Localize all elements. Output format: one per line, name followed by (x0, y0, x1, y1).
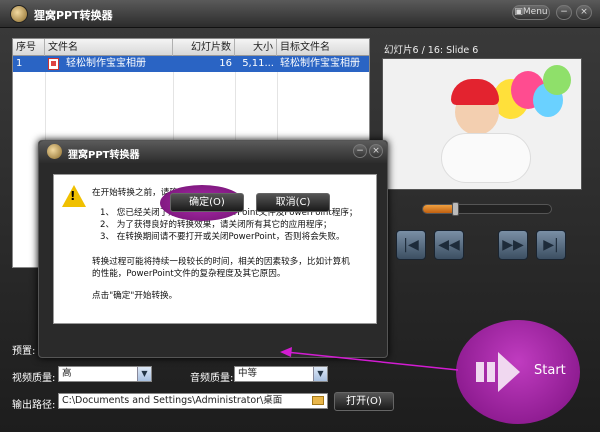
seek-bar[interactable] (422, 202, 552, 216)
audio-quality-value: 中等 (238, 368, 258, 379)
close-button[interactable]: × (576, 5, 592, 20)
close-icon: × (580, 7, 588, 17)
row-index: 1 (16, 58, 23, 69)
video-quality-label: 视频质量: (12, 373, 56, 384)
app-window: 狸窝PPT转换器 ▣Menu − × 序号 文件名 幻灯片数 大小 目标文件名 … (0, 0, 600, 432)
folder-icon[interactable] (312, 396, 324, 405)
row-size: 5,11... (242, 58, 274, 69)
start-label: Start (534, 363, 566, 378)
preset-label: 预置: (12, 346, 36, 357)
cancel-button[interactable]: 取消(C) (256, 193, 330, 212)
app-logo-icon (47, 144, 62, 159)
previous-slide-button[interactable]: ◀◀ (434, 230, 464, 260)
dialog-minimize-button[interactable]: − (353, 144, 367, 158)
row-filename: 轻松制作宝宝相册 (66, 58, 146, 69)
col-filename[interactable]: 文件名 (45, 39, 173, 56)
app-title: 狸窝PPT转换器 (34, 9, 113, 22)
col-target[interactable]: 目标文件名 (277, 39, 369, 56)
slide-preview-image (382, 58, 582, 190)
dialog-title: 狸窝PPT转换器 (68, 150, 140, 161)
close-icon: × (372, 146, 380, 156)
menu-icon: ▣ (514, 7, 523, 17)
start-arrow-icon (476, 352, 520, 392)
open-button[interactable]: 打开(O) (334, 392, 394, 411)
baby-body (441, 133, 531, 183)
title-bar: 狸窝PPT转换器 ▣Menu − × (0, 0, 600, 28)
ok-button[interactable]: 确定(O) (170, 193, 244, 212)
col-slides[interactable]: 幻灯片数 (173, 39, 235, 56)
dialog-note: 转换过程可能将持续一段较长的时间，相关的因素较多，比如计算机 (92, 257, 350, 267)
col-index[interactable]: 序号 (13, 39, 45, 56)
output-path-value: C:\Documents and Settings\Administrator\… (62, 395, 283, 406)
confirm-dialog: 狸窝PPT转换器 − × ! 在开始转换之前，请确认： 1、 您已经关闭了所有打… (38, 140, 388, 358)
red-hat (451, 79, 499, 105)
first-slide-button[interactable]: |◀ (396, 230, 426, 260)
output-path-label: 输出路径: (12, 400, 56, 411)
menu-label: Menu (522, 7, 548, 17)
dialog-item: 3、 在转换期间请不要打开或关闭PowerPoint，否则将会失败。 (100, 232, 345, 242)
fast-forward-icon: ▶▶ (502, 237, 524, 253)
minimize-icon: − (560, 7, 568, 17)
ppt-file-icon (48, 58, 59, 70)
balloon-shape (543, 65, 571, 95)
video-quality-select[interactable]: 高 ▼ (58, 366, 152, 382)
output-path-field[interactable]: C:\Documents and Settings\Administrator\… (58, 393, 328, 409)
col-size[interactable]: 大小 (235, 39, 277, 56)
app-logo-icon (10, 5, 28, 23)
dialog-click-hint: 点击"确定"开始转换。 (92, 291, 178, 301)
video-quality-value: 高 (62, 368, 72, 379)
menu-button[interactable]: ▣Menu (512, 5, 550, 20)
dialog-title-bar: 狸窝PPT转换器 − × (39, 141, 387, 163)
chevron-down-icon[interactable]: ▼ (137, 367, 151, 381)
rewind-icon: ◀◀ (438, 237, 460, 253)
file-list-header: 序号 文件名 幻灯片数 大小 目标文件名 (13, 39, 369, 56)
row-target: 轻松制作宝宝相册 (280, 58, 360, 69)
table-row[interactable]: 1 轻松制作宝宝相册 16 5,11... 轻松制作宝宝相册 (13, 56, 369, 72)
chevron-down-icon[interactable]: ▼ (313, 367, 327, 381)
dialog-note: 的性能，PowerPoint文件的复杂程度及其它原因。 (92, 269, 286, 279)
preview-slide-label: 幻灯片6 / 16: Slide 6 (384, 45, 479, 56)
dialog-close-button[interactable]: × (369, 144, 383, 158)
next-slide-button[interactable]: ▶▶ (498, 230, 528, 260)
minimize-button[interactable]: − (556, 5, 572, 20)
seek-knob[interactable] (452, 202, 459, 216)
first-icon: |◀ (403, 237, 419, 253)
warning-mark: ! (70, 189, 76, 203)
last-icon: ▶| (543, 237, 559, 253)
row-slides: 16 (219, 58, 232, 69)
audio-quality-label: 音频质量: (190, 373, 234, 384)
start-button[interactable]: Start (456, 320, 580, 424)
minimize-icon: − (356, 146, 364, 156)
last-slide-button[interactable]: ▶| (536, 230, 566, 260)
audio-quality-select[interactable]: 中等 ▼ (234, 366, 328, 382)
playback-controls: |◀ ◀◀ ▶▶ ▶| (382, 196, 592, 276)
seek-fill (423, 205, 455, 213)
